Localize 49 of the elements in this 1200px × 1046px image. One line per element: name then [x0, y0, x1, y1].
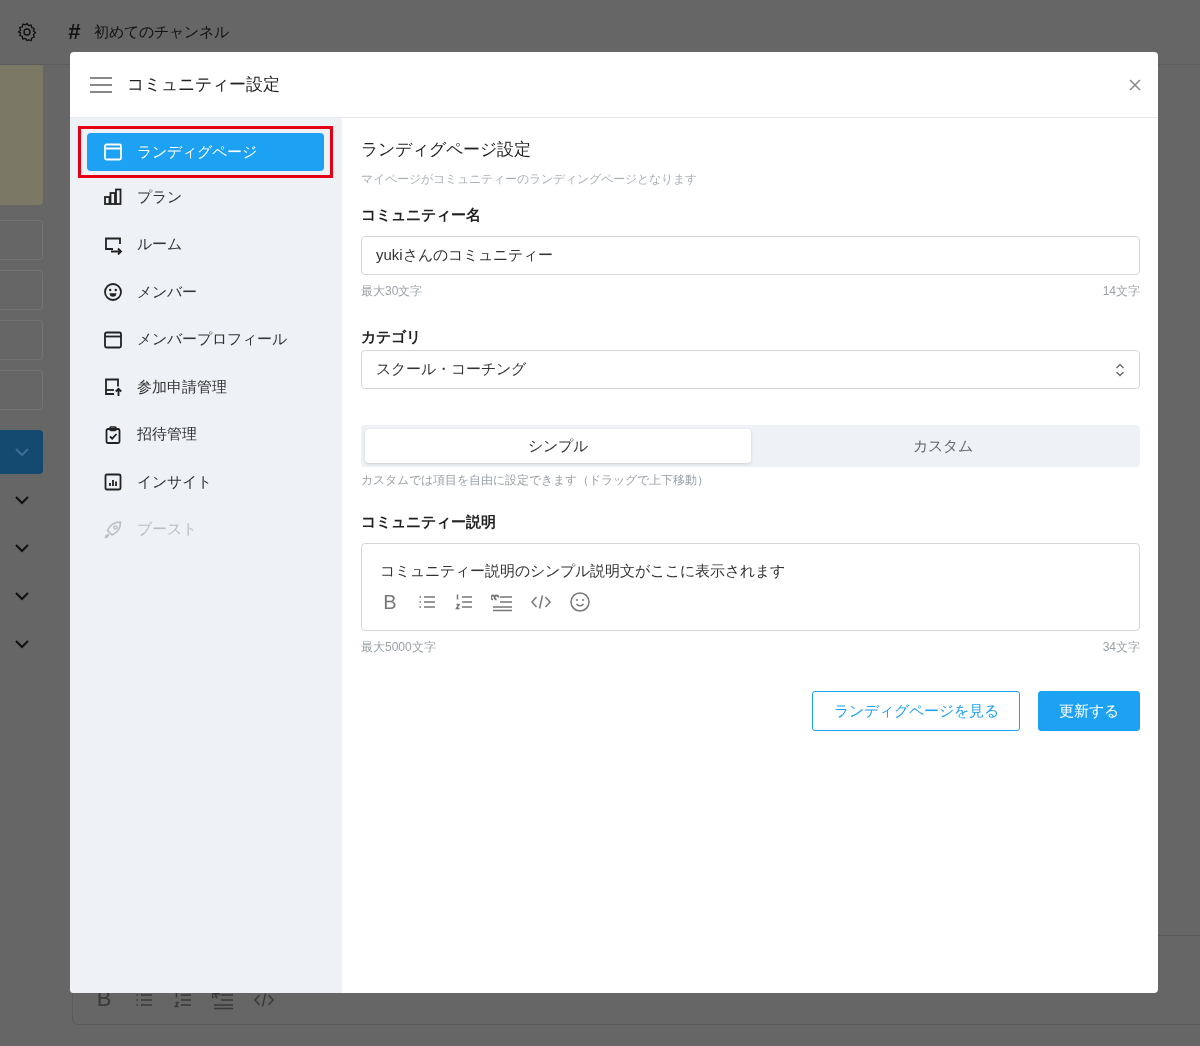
- quote-icon[interactable]: [212, 990, 234, 1010]
- modal-title: コミュニティー設定: [127, 74, 281, 96]
- character-count: 14文字: [1102, 283, 1140, 300]
- chevron-down-icon[interactable]: [13, 447, 30, 457]
- sidebar-item[interactable]: メンバー: [87, 273, 325, 311]
- category-select[interactable]: スクール・コーチング: [361, 350, 1140, 389]
- description-editor[interactable]: コミュニティー説明のシンプル説明文がここに表示されます B: [361, 543, 1140, 631]
- description-text: コミュニティー説明のシンプル説明文がここに表示されます: [380, 562, 786, 581]
- sidebar-item[interactable]: 参加申請管理: [87, 368, 325, 406]
- document-upload-icon: [103, 377, 123, 397]
- menu-icon[interactable]: [90, 75, 112, 94]
- mode-tab[interactable]: カスタム: [750, 429, 1136, 463]
- character-limit: 最大30文字: [361, 283, 423, 300]
- chevron-down-icon[interactable]: [13, 591, 30, 601]
- close-icon[interactable]: [1128, 77, 1142, 92]
- section-subtitle: マイページがコミュニティーのランディングページとなります: [361, 171, 698, 188]
- sidebar-item[interactable]: インサイト: [87, 463, 325, 501]
- numbered-list-icon[interactable]: [173, 990, 193, 1010]
- chart-square-icon: [103, 472, 123, 492]
- field-label: コミュニティー名: [361, 206, 482, 225]
- name-input-field[interactable]: yukiさんのコミュニティー: [361, 236, 1140, 275]
- up-down-chevron-icon: [1115, 362, 1125, 377]
- character-limit: 最大5000文字: [361, 639, 436, 656]
- clipboard-check-icon: [103, 424, 123, 445]
- mode-hint: カスタムでは項目を自由に設定できます（ドラッグで上下移動）: [361, 472, 710, 489]
- sidebar-item[interactable]: ルーム: [87, 225, 325, 264]
- sidebar-item[interactable]: プラン: [87, 178, 325, 216]
- sidebar-item[interactable]: メンバープロフィール: [87, 320, 325, 359]
- section-title: ランディグページ設定: [361, 139, 532, 161]
- quote-icon[interactable]: [491, 592, 513, 612]
- channel-title: 初めてのチャンネル: [94, 22, 229, 42]
- window-icon: [103, 142, 123, 162]
- window-icon: [103, 329, 123, 350]
- channel-mark: #: [68, 19, 82, 45]
- bar-chart-icon: [103, 187, 123, 207]
- rocket-icon: [103, 519, 123, 540]
- settings-icon[interactable]: [16, 22, 37, 42]
- mode-tab[interactable]: シンプル: [365, 429, 751, 463]
- chevron-down-icon[interactable]: [13, 495, 30, 505]
- chevron-down-icon[interactable]: [13, 543, 30, 553]
- numbered-list-icon[interactable]: [454, 592, 474, 612]
- field-label: コミュニティー説明: [361, 513, 497, 532]
- bold-button[interactable]: B: [380, 592, 400, 612]
- field-label: カテゴリ: [361, 328, 422, 347]
- smiley-icon: [103, 282, 123, 302]
- smiley-icon[interactable]: [569, 591, 591, 613]
- character-count: 34文字: [1102, 639, 1140, 656]
- sidebar-item[interactable]: 招待管理: [87, 415, 325, 454]
- chevron-down-icon[interactable]: [13, 639, 30, 649]
